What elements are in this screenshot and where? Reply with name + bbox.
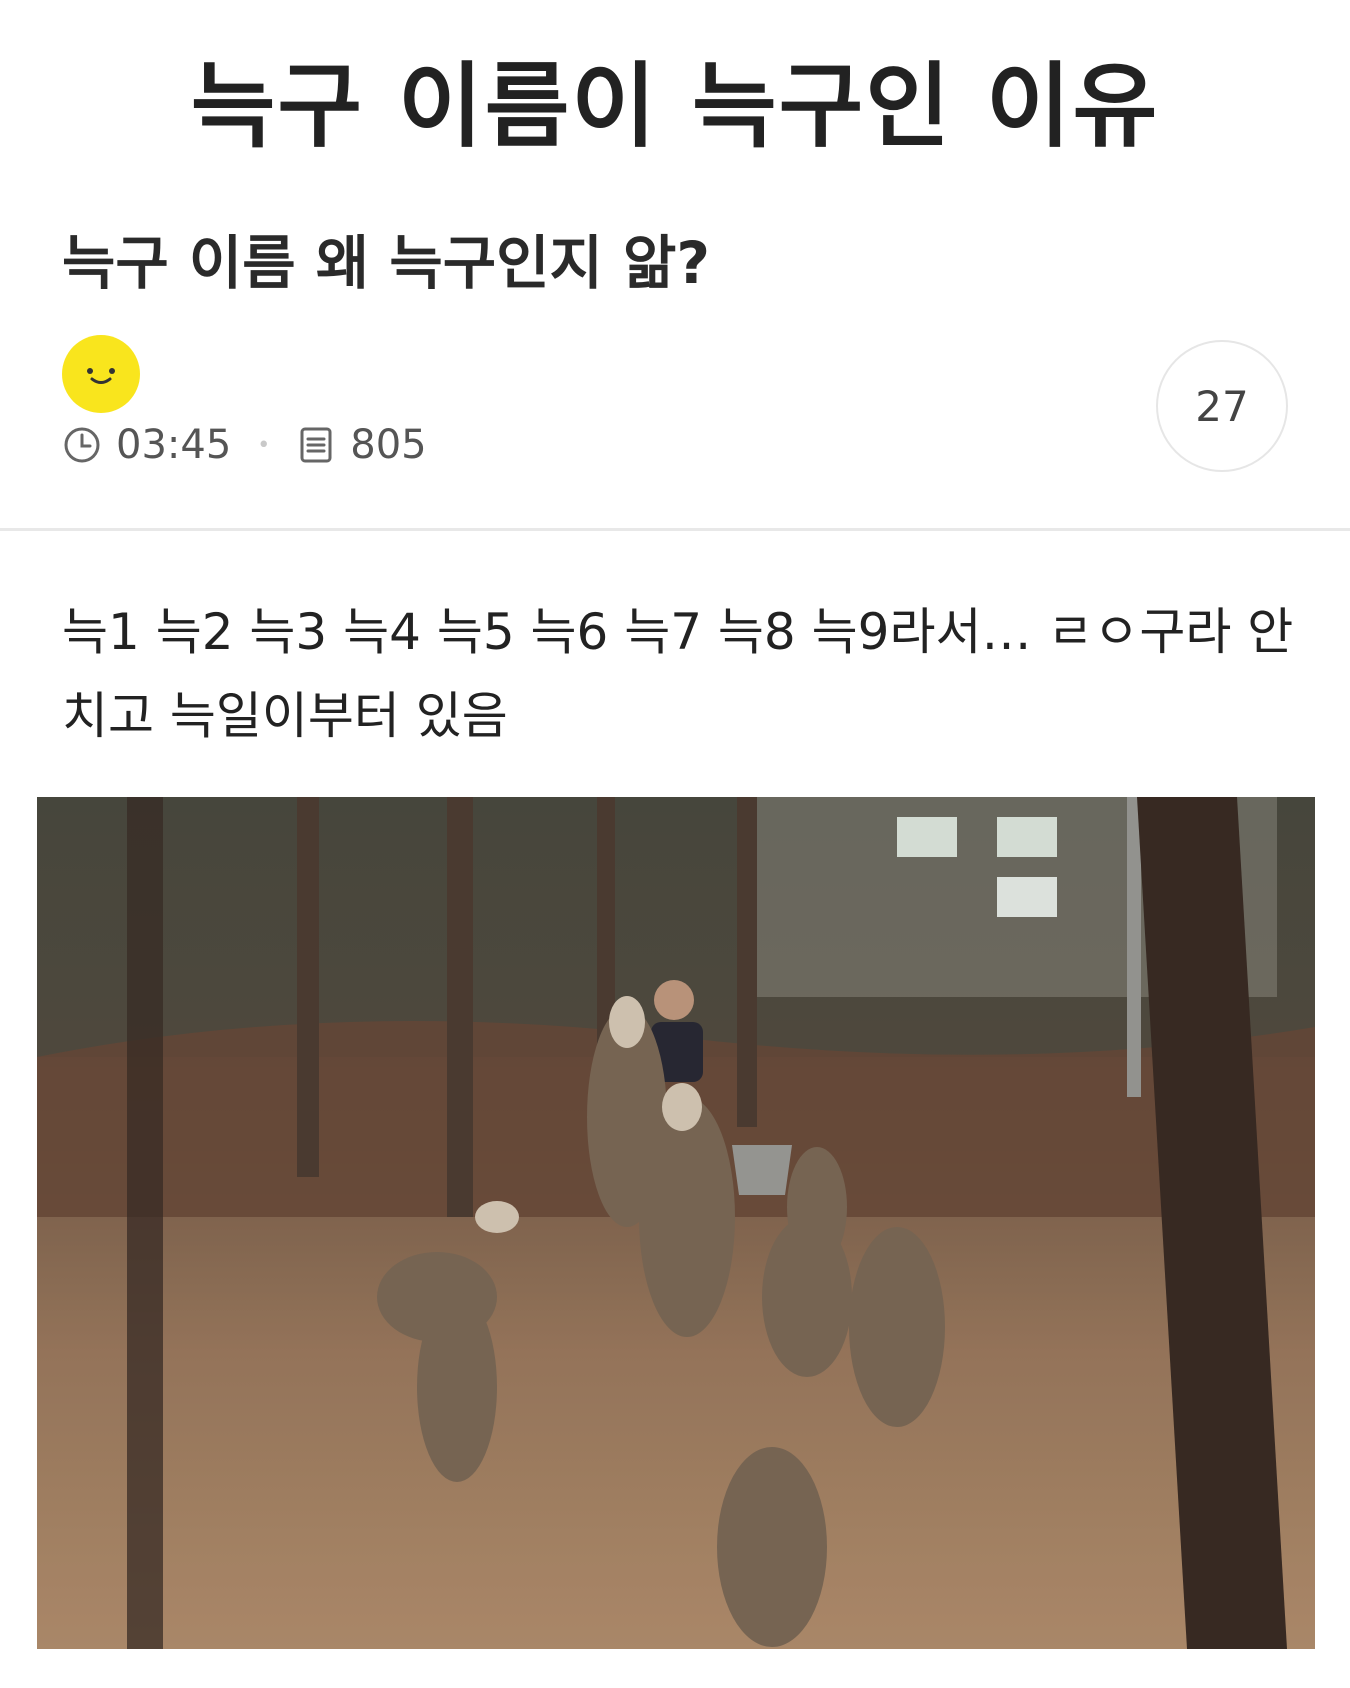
document-list-icon	[296, 425, 336, 465]
meta-separator: •	[257, 432, 271, 458]
post-title: 늑구 이름이 늑구인 이유	[190, 53, 1160, 160]
post-views: 805	[350, 422, 427, 468]
post-body-line: 치고 늑일이부터 있음	[62, 687, 508, 745]
post-time: 03:45	[116, 422, 232, 468]
post-photo[interactable]	[37, 797, 1315, 1649]
wolves-photo	[37, 797, 1315, 1649]
smiley-face-icon	[87, 368, 115, 384]
post-body-line: 늑1 늑2 늑3 늑4 늑5 늑6 늑7 늑8 늑9라서… ㄹㅇ구라 안	[62, 603, 1294, 661]
divider	[0, 528, 1350, 531]
comment-count: 27	[1195, 381, 1249, 431]
comment-count-button[interactable]: 27	[1156, 340, 1288, 472]
author-avatar[interactable]	[62, 335, 140, 413]
post-meta: 03:45 • 805	[62, 420, 427, 470]
post-subtitle: 늑구 이름 왜 늑구인지 앎?	[62, 229, 711, 297]
clock-icon	[62, 425, 102, 465]
post-body: 늑1 늑2 늑3 늑4 늑5 늑6 늑7 늑8 늑9라서… ㄹㅇ구라 안 치고 …	[62, 590, 1294, 758]
